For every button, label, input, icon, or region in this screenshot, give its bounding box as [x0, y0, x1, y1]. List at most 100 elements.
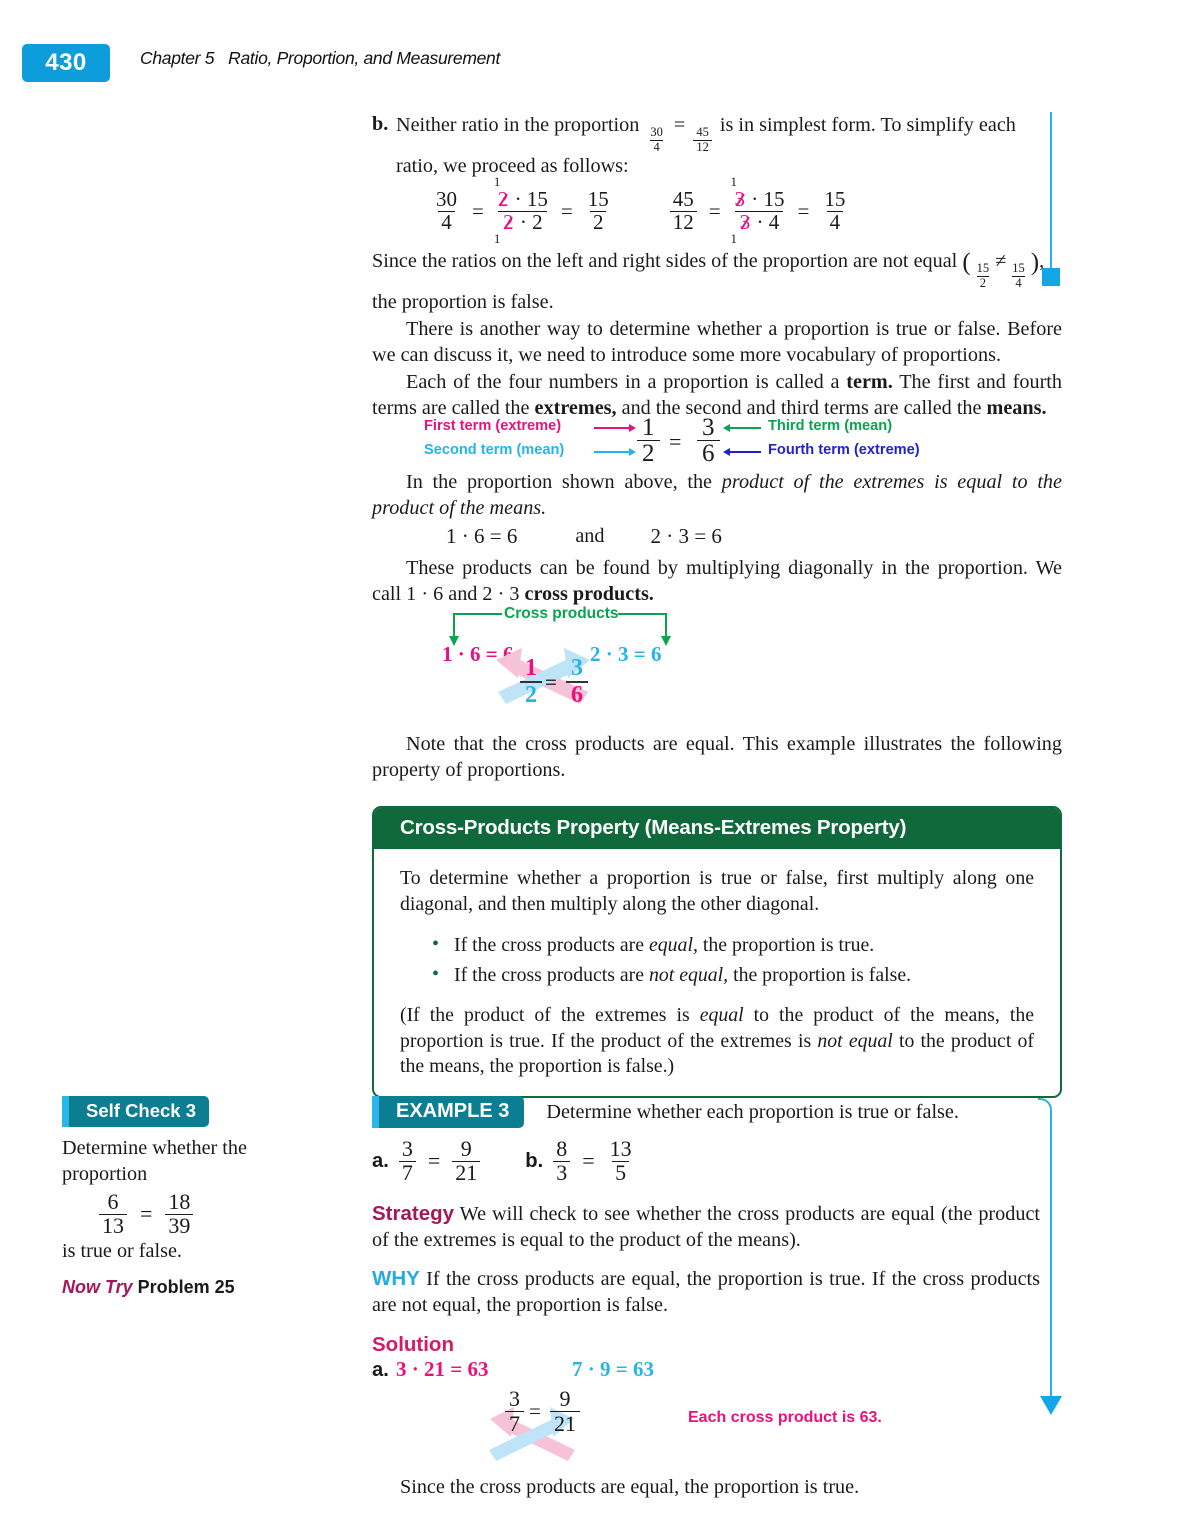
example-why: WHY If the cross products are equal, the… [372, 1266, 1040, 1318]
dot: · [756, 210, 764, 234]
part-b-label: b. [372, 113, 389, 135]
property-box-bullets: If the cross products are equal, the pro… [400, 929, 1034, 990]
not-equal-sign: ≠ [995, 250, 1007, 272]
self-check-badge: Self Check 3 [62, 1096, 210, 1127]
since-pre: Since the ratios on the left and right s… [372, 250, 958, 272]
frac-numerator: 8 [556, 1136, 568, 1161]
example-b-equals: = [582, 1148, 595, 1173]
frac-numerator: 15 [1012, 261, 1025, 276]
terms-fraction-left: 1 2 [637, 415, 660, 466]
frac-numerator: 3 [702, 414, 715, 441]
paragraph-these-products: These products can be found by multiplyi… [372, 556, 1062, 607]
paragraph-each-four: Each of the four numbers in a proportion… [372, 370, 1062, 421]
arrow-third-term [723, 423, 761, 432]
strategy-text: We will check to see whether the cross p… [372, 1203, 1041, 1251]
example-lead: Determine whether each proportion is tru… [546, 1100, 959, 1123]
frac-numerator: 1 [642, 414, 655, 441]
frac-numerator: 15 [824, 187, 846, 211]
frac-15-2-inline: 15 2 [974, 262, 993, 289]
now-try-problem[interactable]: Problem 25 [138, 1277, 235, 1297]
arrow-fourth-term [723, 447, 761, 456]
work-right-expression: 45 12 = 1 3 · 15 3 · 4 1 = 15 4 [667, 175, 852, 246]
label-first-term: First term (extreme) [424, 418, 562, 434]
frac-numerator: 3 [571, 655, 583, 681]
part-b-line1-pre: Neither ratio in the proportion [396, 114, 640, 136]
solution-fraction-left: 3 7 [505, 1387, 524, 1436]
work-left-eq1: = [472, 198, 484, 223]
example-badge: EXAMPLE 3 [372, 1096, 525, 1128]
paragraph-in-the-proportion: In the proportion shown above, the produ… [372, 470, 1062, 521]
frac-18-39: 18 39 [165, 1189, 194, 1237]
frac-denominator: 2 [976, 275, 990, 290]
cross-fraction-right: 3 6 [566, 655, 588, 708]
den-2: 2 [532, 210, 543, 234]
frac-denominator: 4 [438, 211, 455, 233]
closing-italic-1: equal [699, 1004, 744, 1026]
since-paragraph: Since the ratios on the left and right s… [372, 248, 1062, 316]
part-b-line1-post: is in simplest form. To simplify each [719, 114, 1016, 136]
frac-numerator: 1 [525, 655, 537, 681]
dot: · [519, 210, 527, 234]
frac-numerator: 30 [650, 125, 663, 140]
cross-fraction-left: 1 2 [520, 655, 542, 708]
running-head: Chapter 5 Ratio, Proportion, and Measurem… [140, 48, 500, 69]
terms-equals: = [669, 429, 682, 454]
num-15: 15 [763, 187, 785, 211]
arrow-second-term [594, 447, 636, 456]
cross-equals: = [545, 670, 557, 694]
paren-open: ( [962, 249, 971, 276]
frac-15-2: 15 2 [585, 189, 612, 233]
in-proportion-pre: In the proportion shown above, the [406, 471, 722, 493]
frac-numerator: 15 [976, 261, 990, 276]
frac-denominator: 21 [550, 1410, 580, 1436]
means-bold: means. [986, 396, 1047, 419]
strategy-label: Strategy [372, 1202, 455, 1225]
self-check-equals: = [140, 1201, 153, 1226]
solution-cross-arrows [489, 1407, 575, 1461]
closing-1: (If the product of the extremes is [400, 1004, 700, 1026]
frac-denominator: 3 [553, 1161, 571, 1184]
frac-denominator: 2 [637, 440, 660, 466]
label-third-term: Third term (mean) [768, 418, 893, 434]
self-check-line1: Determine whether the [62, 1137, 247, 1159]
frac-numerator: 30 [436, 187, 457, 211]
frac-denominator: 4 [1012, 275, 1025, 290]
example-a-equals: = [427, 1148, 441, 1173]
why-label: WHY [372, 1267, 420, 1290]
property-box-intro: To determine whether a proportion is tru… [400, 867, 1034, 915]
part-b-equals: = [673, 114, 686, 136]
solution-a-label: a. [372, 1359, 389, 1381]
frac-numerator: 9 [559, 1386, 571, 1411]
cancelled-2-den: 2 [503, 210, 514, 234]
dot: · [514, 187, 522, 211]
example-strategy: Strategy We will check to see whether th… [372, 1201, 1040, 1253]
frac-cancelled-left: 1 2 · 15 2 · 2 1 [493, 175, 552, 246]
property-box-title: Cross-Products Property (Means-Extremes … [374, 808, 1060, 849]
running-head-title: Ratio, Proportion, and Measurement [228, 48, 501, 68]
since-line2: the proportion is false. [372, 291, 554, 314]
frac-45-12: 45 12 [669, 189, 697, 233]
frac-30-4: 30 4 [433, 189, 460, 233]
paragraph-note-that: Note that the cross products are equal. … [372, 732, 1062, 783]
bullet-pre: If the cross products are [454, 934, 649, 956]
these-products-pre: These products can be found by multiplyi… [372, 557, 1062, 605]
num-15: 15 [526, 187, 548, 211]
frac-denominator: 39 [165, 1214, 194, 1237]
part-b-frac-right: 45 12 [693, 126, 712, 153]
part-b-frac-left: 30 4 [647, 126, 666, 153]
self-check-sidebar: Self Check 3 Determine whether the propo… [62, 1096, 342, 1299]
frac-numerator: 9 [460, 1136, 472, 1161]
frac-numerator: 3 [509, 1386, 520, 1411]
solution-equals: = [529, 1399, 541, 1423]
cross-products-bold: cross products. [524, 582, 654, 605]
bullet-pre: If the cross products are [454, 964, 649, 986]
list-item: If the cross products are not equal, the… [432, 959, 1034, 990]
work-left-expression: 30 4 = 1 2 · 15 2 · 2 1 = 15 2 [430, 175, 615, 246]
label-fourth-term: Fourth term (extreme) [768, 442, 920, 458]
frac-numerator: 18 [168, 1189, 191, 1214]
bullet-italic: equal, [649, 934, 698, 956]
frac-denominator: 2 [520, 681, 542, 708]
frac-denominator: 2 [589, 211, 607, 233]
cross-products-property-box: Cross-Products Property (Means-Extremes … [372, 806, 1062, 1098]
cancel-sup-bottom: 1 [493, 231, 501, 246]
